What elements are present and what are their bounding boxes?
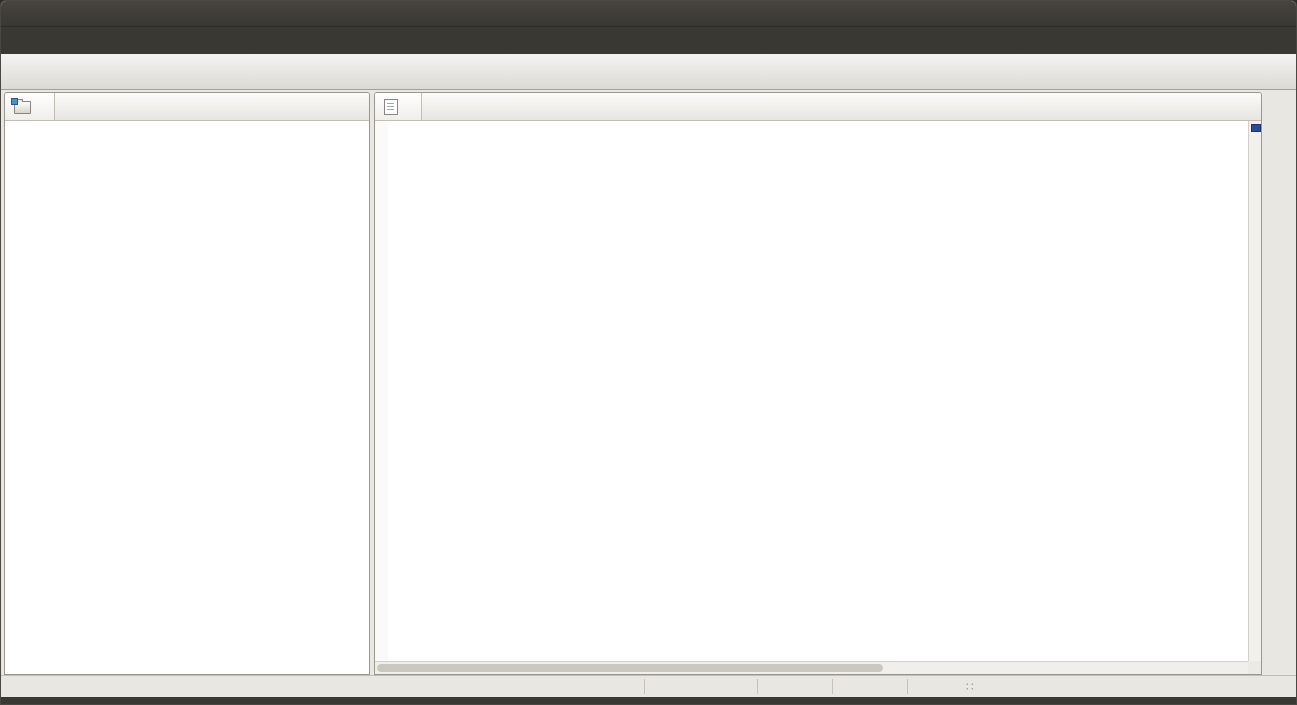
package-explorer-tree xyxy=(5,121,369,674)
title-bar[interactable] xyxy=(1,1,1296,27)
status-drag-grip[interactable]: ∷ xyxy=(966,680,975,694)
scrollbar-thumb[interactable] xyxy=(377,664,883,672)
menu-bar xyxy=(1,27,1296,54)
eclipse-window: ∷ xyxy=(0,0,1297,705)
code-lines xyxy=(375,121,1248,661)
writable-status xyxy=(644,679,757,694)
package-explorer-tab[interactable] xyxy=(5,93,55,120)
scroll-corner xyxy=(1248,661,1261,674)
status-bar: ∷ xyxy=(1,675,1296,697)
editor-tab-bar xyxy=(375,93,1261,121)
window-bottom-border xyxy=(1,697,1296,704)
overview-ruler[interactable] xyxy=(1248,121,1261,661)
file-icon xyxy=(384,99,398,115)
cursor-line-marker[interactable] xyxy=(1251,124,1261,132)
package-explorer-panel xyxy=(4,92,370,675)
right-trim xyxy=(1262,92,1295,675)
package-explorer-icon xyxy=(14,101,31,114)
caret-position-status xyxy=(832,679,907,694)
horizontal-scrollbar[interactable] xyxy=(375,661,1248,674)
main-toolbar xyxy=(1,54,1296,90)
code-editor[interactable] xyxy=(375,121,1261,674)
insert-mode-status xyxy=(757,679,832,694)
status-separator xyxy=(907,679,908,694)
editor-tab[interactable] xyxy=(375,93,422,120)
package-explorer-header xyxy=(5,93,369,121)
editor-panel xyxy=(374,92,1262,675)
main-area xyxy=(1,89,1296,675)
